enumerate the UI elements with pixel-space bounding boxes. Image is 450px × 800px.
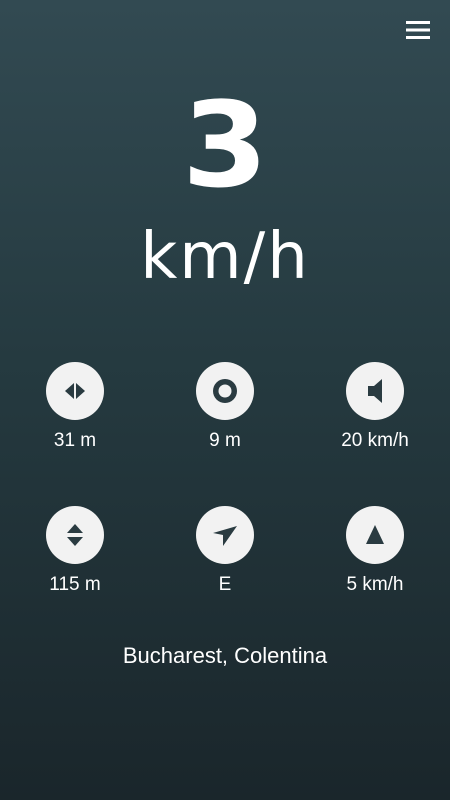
stat-heading: E	[150, 506, 300, 596]
max-speed-icon-circle	[346, 506, 404, 564]
speaker-icon	[368, 379, 382, 403]
accuracy-value: 9 m	[209, 430, 241, 451]
location-label: Bucharest, Colentina	[122, 643, 328, 668]
compass-arrow-icon	[213, 526, 237, 546]
altitude-icon-circle	[46, 506, 104, 564]
heading-icon-circle	[196, 506, 254, 564]
stat-speed-alert: 20 km/h	[300, 362, 450, 452]
altitude-value: 115 m	[49, 574, 101, 595]
distance-icon-circle	[46, 362, 104, 420]
speedometer-screen: 3 km/h 31 m 9 m 20 km/h 115 m E 5 km/h B…	[0, 0, 450, 800]
stat-altitude: 115 m	[0, 506, 150, 596]
speed-value: 3	[181, 76, 269, 214]
speed-unit: km/h	[140, 220, 310, 294]
stat-accuracy: 9 m	[150, 362, 300, 452]
heading-value: E	[218, 574, 232, 595]
menu-button[interactable]	[404, 16, 432, 44]
stat-distance: 31 m	[0, 362, 150, 452]
accuracy-icon-circle	[196, 362, 254, 420]
hamburger-menu-icon	[406, 21, 430, 39]
stat-max-speed: 5 km/h	[300, 506, 450, 596]
max-speed-value: 5 km/h	[346, 574, 404, 595]
horizontal-arrows-icon	[65, 383, 85, 399]
target-circle-icon	[213, 379, 237, 403]
speed-alert-icon-circle	[346, 362, 404, 420]
speed-alert-value: 20 km/h	[341, 430, 409, 451]
speed-display: 3	[0, 76, 450, 214]
vertical-arrows-icon	[67, 524, 83, 546]
triangle-up-icon	[366, 525, 384, 544]
distance-value: 31 m	[53, 430, 97, 451]
